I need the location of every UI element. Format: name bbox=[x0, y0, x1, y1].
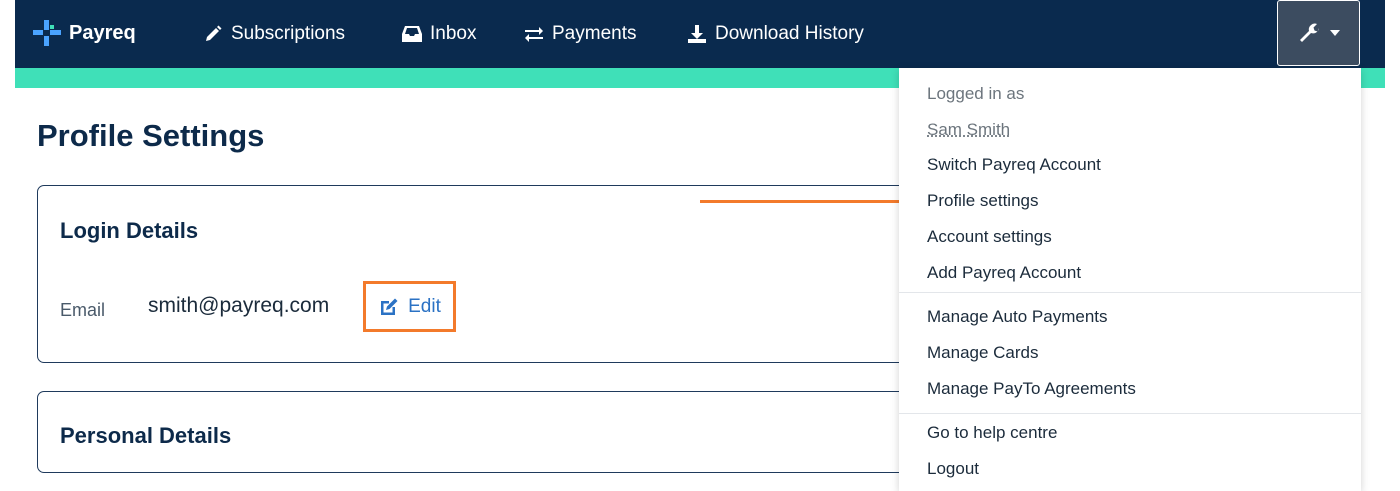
nav-download-history[interactable]: Download History bbox=[687, 20, 864, 48]
top-navbar: Payreq Subscriptions Inbox Payments Down… bbox=[15, 0, 1385, 68]
menu-divider bbox=[899, 413, 1361, 414]
nav-payments[interactable]: Payments bbox=[524, 20, 636, 48]
caret-down-icon bbox=[1329, 30, 1340, 36]
settings-menu-button[interactable] bbox=[1277, 0, 1360, 66]
nav-payments-label: Payments bbox=[552, 23, 637, 44]
nav-inbox-label: Inbox bbox=[430, 23, 477, 44]
nav-download-history-label: Download History bbox=[715, 23, 864, 44]
menu-manage-payto-agreements[interactable]: Manage PayTo Agreements bbox=[927, 379, 1136, 399]
inbox-icon bbox=[402, 26, 422, 42]
edit-icon bbox=[381, 298, 398, 315]
page-title: Profile Settings bbox=[37, 118, 265, 153]
settings-dropdown-menu: Logged in as Sam Smith Switch Payreq Acc… bbox=[899, 68, 1361, 491]
menu-profile-settings[interactable]: Profile settings bbox=[927, 191, 1039, 211]
menu-add-account[interactable]: Add Payreq Account bbox=[927, 263, 1081, 283]
menu-account-settings[interactable]: Account settings bbox=[927, 227, 1052, 247]
annotation-arrow bbox=[700, 200, 910, 203]
pencil-icon bbox=[206, 25, 222, 41]
exchange-icon bbox=[525, 27, 543, 42]
edit-email-button[interactable]: Edit bbox=[363, 281, 456, 332]
download-icon bbox=[688, 25, 706, 43]
logged-in-as-label: Logged in as bbox=[927, 84, 1025, 103]
logged-in-user-name: Sam Smith bbox=[927, 120, 1011, 139]
menu-logout[interactable]: Logout bbox=[927, 459, 979, 479]
nav-inbox[interactable]: Inbox bbox=[402, 20, 476, 48]
menu-help-centre[interactable]: Go to help centre bbox=[927, 423, 1057, 443]
wrench-icon bbox=[1299, 23, 1319, 42]
nav-subscriptions[interactable]: Subscriptions bbox=[203, 20, 345, 48]
personal-details-title: Personal Details bbox=[60, 423, 232, 448]
payreq-logo-icon bbox=[33, 20, 61, 46]
menu-switch-account[interactable]: Switch Payreq Account bbox=[927, 155, 1101, 175]
brand-name: Payreq bbox=[69, 21, 136, 44]
email-value: smith@payreq.com bbox=[148, 294, 330, 317]
email-label: Email bbox=[60, 300, 106, 320]
menu-manage-cards[interactable]: Manage Cards bbox=[927, 343, 1039, 363]
menu-divider bbox=[899, 292, 1361, 293]
login-details-title: Login Details bbox=[60, 218, 199, 243]
brand-logo[interactable]: Payreq bbox=[33, 18, 136, 48]
menu-manage-auto-payments[interactable]: Manage Auto Payments bbox=[927, 307, 1108, 327]
edit-label: Edit bbox=[408, 295, 441, 317]
nav-subscriptions-label: Subscriptions bbox=[231, 23, 346, 44]
